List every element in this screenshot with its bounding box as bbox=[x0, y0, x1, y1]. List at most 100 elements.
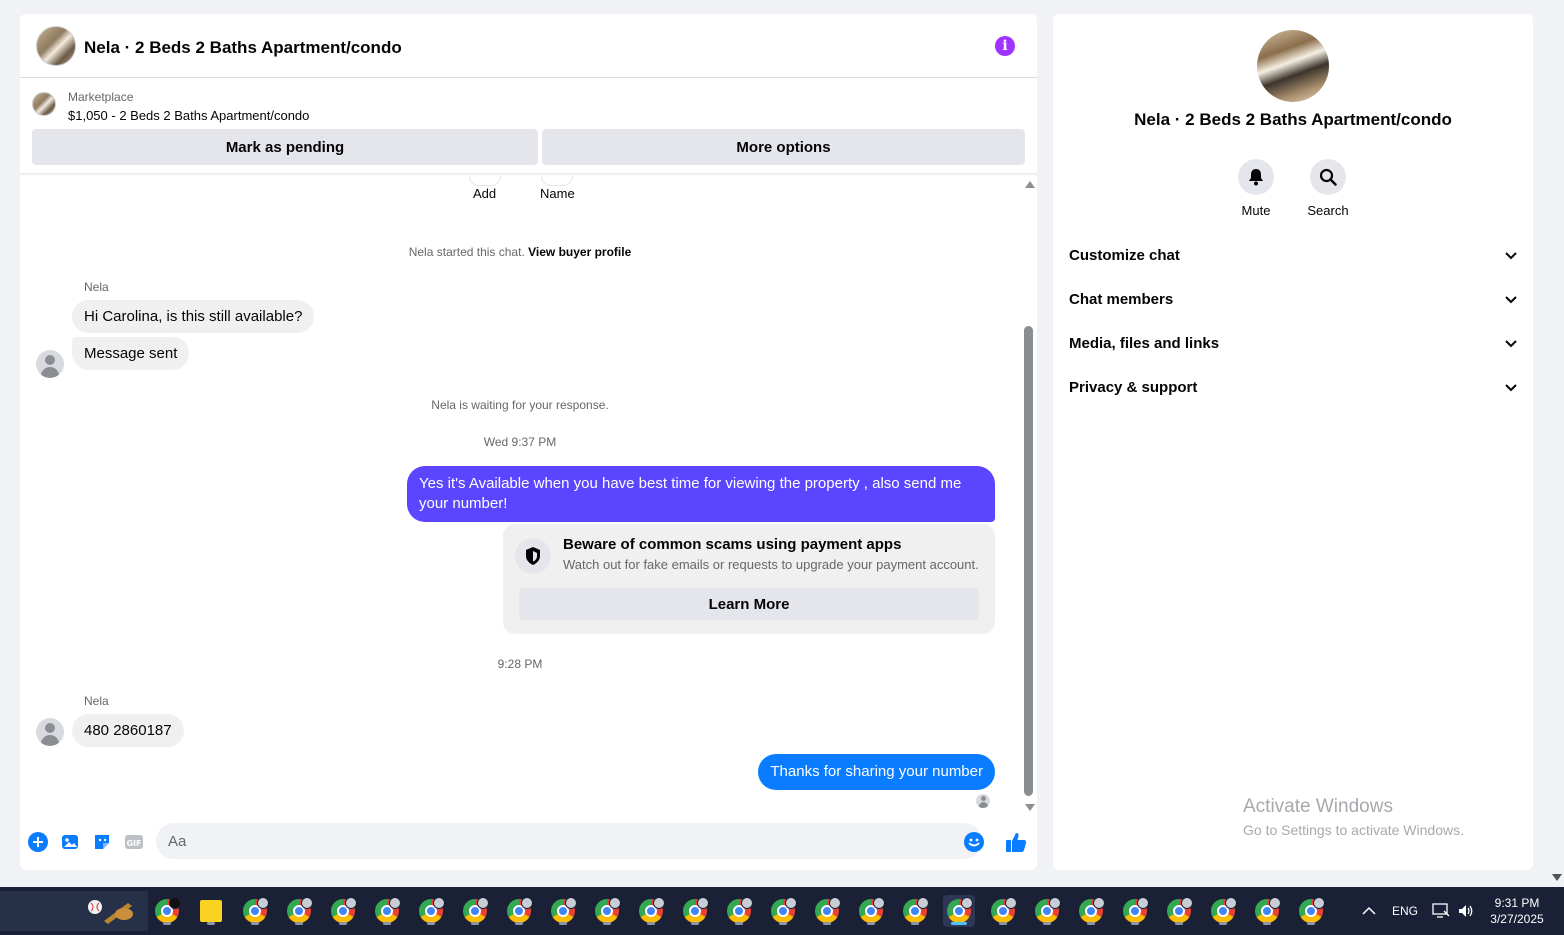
incoming-message[interactable]: Message sent bbox=[72, 337, 190, 370]
mute-button[interactable]: Mute bbox=[1226, 159, 1286, 218]
volume-icon[interactable] bbox=[1457, 887, 1475, 935]
chrome-icon[interactable] bbox=[547, 895, 579, 927]
chrome-icon[interactable] bbox=[1031, 895, 1063, 927]
chrome-icon[interactable] bbox=[1207, 895, 1239, 927]
chrome-icon[interactable] bbox=[371, 895, 403, 927]
profile-badge-icon bbox=[1313, 897, 1325, 909]
chrome-icon[interactable] bbox=[151, 895, 183, 927]
gif-icon[interactable]: GIF bbox=[124, 832, 144, 852]
chrome-icon[interactable] bbox=[327, 895, 359, 927]
bell-icon[interactable] bbox=[1238, 159, 1274, 195]
chrome-icon[interactable] bbox=[679, 895, 711, 927]
chrome-icon[interactable] bbox=[503, 895, 535, 927]
listing-summary[interactable]: Marketplace $1,050 - 2 Beds 2 Baths Apar… bbox=[32, 90, 432, 123]
taskbar-search-box[interactable] bbox=[0, 891, 148, 931]
chevron-down-icon[interactable] bbox=[1505, 379, 1517, 396]
add-circle-icon[interactable] bbox=[469, 176, 501, 186]
scroll-down-arrow[interactable] bbox=[1025, 804, 1035, 811]
section-customize-chat[interactable]: Customize chat bbox=[1069, 243, 1517, 267]
chrome-icon[interactable] bbox=[767, 895, 799, 927]
chrome-icon[interactable] bbox=[635, 895, 667, 927]
message-input[interactable]: Aa bbox=[156, 823, 982, 859]
language-indicator[interactable]: ENG bbox=[1392, 887, 1418, 935]
listing-avatar[interactable] bbox=[36, 26, 76, 66]
chrome-icon[interactable] bbox=[811, 895, 843, 927]
chevron-down-icon[interactable] bbox=[1505, 247, 1517, 264]
page-scroll-down-arrow[interactable] bbox=[1552, 874, 1562, 881]
sticky-notes-icon[interactable] bbox=[195, 895, 227, 927]
running-indicator bbox=[207, 922, 215, 925]
image-icon[interactable] bbox=[60, 832, 80, 852]
network-icon[interactable] bbox=[1432, 887, 1450, 935]
sender-avatar[interactable] bbox=[36, 350, 64, 378]
emoji-icon[interactable] bbox=[964, 832, 984, 852]
listing-profile-photo[interactable] bbox=[1257, 30, 1329, 102]
show-hidden-icons[interactable] bbox=[1362, 887, 1376, 935]
plus-icon[interactable] bbox=[28, 832, 48, 852]
timestamp: 9:28 PM bbox=[497, 657, 543, 671]
section-privacy-support[interactable]: Privacy & support bbox=[1069, 375, 1517, 399]
search-label: Search bbox=[1307, 203, 1349, 218]
learn-more-button[interactable]: Learn More bbox=[519, 588, 979, 620]
like-icon[interactable] bbox=[1004, 830, 1028, 854]
page-scrollbar[interactable] bbox=[1549, 0, 1564, 887]
profile-badge-icon bbox=[1181, 897, 1193, 909]
running-indicator bbox=[735, 922, 743, 925]
chrome-icon[interactable] bbox=[1119, 895, 1151, 927]
search-button[interactable]: Search bbox=[1298, 159, 1358, 218]
scroll-up-arrow[interactable] bbox=[1025, 181, 1035, 188]
chrome-icon[interactable] bbox=[987, 895, 1019, 927]
search-icon[interactable] bbox=[1310, 159, 1346, 195]
listing-source: Marketplace bbox=[68, 90, 134, 104]
profile-badge-icon bbox=[961, 897, 973, 909]
system-clock[interactable]: 9:31 PM 3/27/2025 bbox=[1484, 895, 1550, 927]
outgoing-message[interactable]: Thanks for sharing your number bbox=[758, 754, 995, 790]
chrome-icon[interactable] bbox=[459, 895, 491, 927]
profile-badge-icon bbox=[1093, 897, 1105, 909]
outgoing-message[interactable]: Yes it's Available when you have best ti… bbox=[407, 466, 995, 522]
message-composer: GIF Aa bbox=[20, 820, 1037, 864]
chrome-icon[interactable] bbox=[239, 895, 271, 927]
chat-title[interactable]: Nela · 2 Beds 2 Baths Apartment/condo bbox=[84, 38, 402, 58]
add-action-label[interactable]: Add bbox=[473, 186, 496, 201]
running-indicator bbox=[1219, 922, 1227, 925]
mark-pending-button[interactable]: Mark as pending bbox=[32, 129, 538, 165]
section-chat-members[interactable]: Chat members bbox=[1069, 287, 1517, 311]
view-buyer-profile-link[interactable]: View buyer profile bbox=[528, 245, 631, 259]
running-indicator bbox=[163, 922, 171, 925]
chrome-icon[interactable] bbox=[723, 895, 755, 927]
name-circle-icon[interactable] bbox=[541, 176, 573, 186]
chrome-icon[interactable] bbox=[943, 895, 975, 927]
chevron-down-icon[interactable] bbox=[1505, 335, 1517, 352]
sticker-icon[interactable] bbox=[92, 832, 112, 852]
more-options-button[interactable]: More options bbox=[542, 129, 1025, 165]
chrome-icon[interactable] bbox=[591, 895, 623, 927]
chat-started-notice: Nela started this chat. View buyer profi… bbox=[20, 245, 1020, 259]
chat-header: Nela · 2 Beds 2 Baths Apartment/condo i bbox=[20, 14, 1037, 78]
chrome-icon[interactable] bbox=[1163, 895, 1195, 927]
profile-badge-icon bbox=[477, 897, 489, 909]
running-indicator bbox=[471, 922, 479, 925]
chrome-icon[interactable] bbox=[1075, 895, 1107, 927]
name-action-label[interactable]: Name bbox=[540, 186, 575, 201]
running-indicator bbox=[559, 922, 567, 925]
chrome-icon[interactable] bbox=[415, 895, 447, 927]
sender-avatar[interactable] bbox=[36, 718, 64, 746]
chrome-icon[interactable] bbox=[1295, 895, 1327, 927]
running-indicator bbox=[911, 922, 919, 925]
section-media-files-links[interactable]: Media, files and links bbox=[1069, 331, 1517, 355]
incoming-message[interactable]: Hi Carolina, is this still available? bbox=[72, 300, 315, 333]
chrome-icon[interactable] bbox=[899, 895, 931, 927]
chrome-icon[interactable] bbox=[1251, 895, 1283, 927]
incoming-message[interactable]: 480 2860187 bbox=[72, 714, 184, 747]
chrome-icon[interactable] bbox=[283, 895, 315, 927]
profile-badge-icon bbox=[741, 897, 753, 909]
running-indicator bbox=[603, 922, 611, 925]
chevron-down-icon[interactable] bbox=[1505, 291, 1517, 308]
chrome-icon[interactable] bbox=[855, 895, 887, 927]
message-scrollbar[interactable] bbox=[1022, 176, 1036, 816]
profile-badge-icon bbox=[433, 897, 445, 909]
info-icon[interactable]: i bbox=[995, 36, 1015, 56]
activate-windows-subtitle: Go to Settings to activate Windows. bbox=[1243, 822, 1464, 838]
scroll-thumb[interactable] bbox=[1024, 326, 1033, 796]
